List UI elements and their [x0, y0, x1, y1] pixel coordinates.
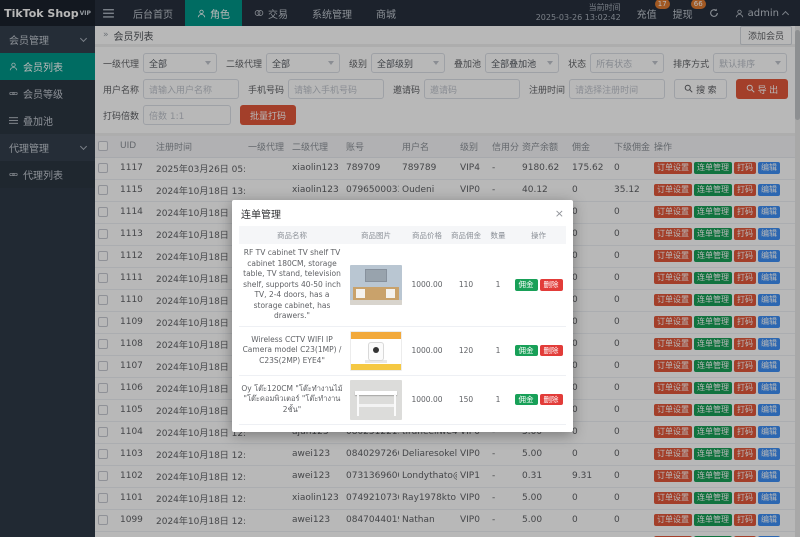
modal-column-header: 商品名称	[239, 226, 345, 244]
modal-title: 连单管理	[241, 206, 281, 221]
product-image-desk	[350, 380, 402, 420]
modal-table-head: 商品名称商品图片商品价格商品佣金数量操作	[239, 226, 566, 244]
commission-button[interactable]: 佣金	[515, 279, 538, 291]
product-image-cell	[345, 375, 407, 424]
product-name: Wireless CCTV WIFI IP Camera model C23(1…	[239, 326, 345, 375]
product-actions: 佣金删除	[511, 326, 566, 375]
modal-column-header: 操作	[511, 226, 566, 244]
product-qty: 1	[485, 375, 511, 424]
modal-product-table: 商品名称商品图片商品价格商品佣金数量操作 RF TV cabinet TV sh…	[239, 226, 566, 425]
modal-product-row: RF TV cabinet TV shelf TV cabinet 180CM,…	[239, 244, 566, 326]
product-actions: 佣金删除	[511, 244, 566, 326]
product-image-cell	[345, 326, 407, 375]
product-image-cell	[345, 244, 407, 326]
modal-column-header: 商品佣金	[447, 226, 485, 244]
product-commission: 110	[447, 244, 485, 326]
close-icon[interactable]: ×	[555, 208, 564, 219]
product-image-tv-cabinet	[350, 265, 402, 305]
modal-table-body: RF TV cabinet TV shelf TV cabinet 180CM,…	[239, 244, 566, 424]
delete-button[interactable]: 删除	[540, 345, 563, 357]
order-modal: 连单管理 × 商品名称商品图片商品价格商品佣金数量操作 RF TV cabine…	[232, 200, 573, 432]
page: TikTok ShopVIP 后台首页角色交易系统管理商城 当前时间 2025-…	[0, 0, 800, 537]
product-name: Oy โต๊ะ120CM "โต๊ะทำงานไม้ "โต๊ะคอมพิวเต…	[239, 375, 345, 424]
commission-button[interactable]: 佣金	[515, 345, 538, 357]
product-qty: 1	[485, 326, 511, 375]
commission-button[interactable]: 佣金	[515, 394, 538, 406]
product-name: RF TV cabinet TV shelf TV cabinet 180CM,…	[239, 244, 345, 326]
modal-column-header: 数量	[485, 226, 511, 244]
product-price: 1000.00	[407, 326, 447, 375]
delete-button[interactable]: 删除	[540, 279, 563, 291]
product-actions: 佣金删除	[511, 375, 566, 424]
product-price: 1000.00	[407, 244, 447, 326]
modal-column-header: 商品价格	[407, 226, 447, 244]
product-image-camera	[350, 331, 402, 371]
product-commission: 150	[447, 375, 485, 424]
product-qty: 1	[485, 244, 511, 326]
modal-product-row: Oy โต๊ะ120CM "โต๊ะทำงานไม้ "โต๊ะคอมพิวเต…	[239, 375, 566, 424]
product-commission: 120	[447, 326, 485, 375]
modal-column-header: 商品图片	[345, 226, 407, 244]
product-price: 1000.00	[407, 375, 447, 424]
modal-product-row: Wireless CCTV WIFI IP Camera model C23(1…	[239, 326, 566, 375]
delete-button[interactable]: 删除	[540, 394, 563, 406]
